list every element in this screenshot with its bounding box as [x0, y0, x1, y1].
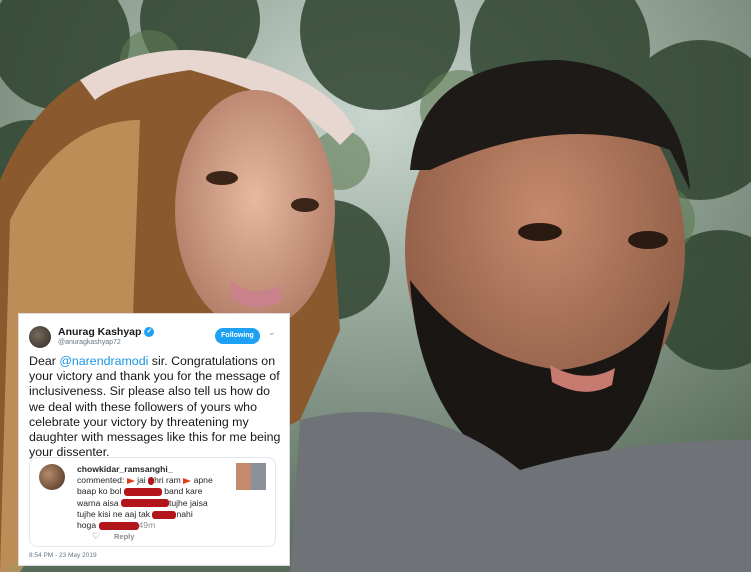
post-thumbnail: [236, 463, 266, 490]
author-handle[interactable]: @anuragkashyap72: [58, 339, 121, 346]
flag-icon: [183, 477, 192, 484]
comment-frag-tujhe-jaisa: tujhe jaisa: [168, 497, 208, 508]
heart-outline-icon: ♡: [92, 531, 101, 541]
commenter-avatar: [39, 464, 65, 490]
redaction-bar: [152, 510, 177, 519]
comment-time: 49m: [138, 520, 156, 531]
comment-frag-shri-ram: hri ram: [154, 475, 181, 486]
embedded-comment-screenshot: chowkidar_ramsanghi_ commented: jai hri …: [29, 457, 276, 547]
redaction-bar: [98, 521, 139, 530]
reply-label: Reply: [114, 532, 135, 541]
comment-frag-hoga: hoga: [77, 520, 97, 531]
comment-frag-nahi: nahi: [176, 508, 193, 519]
comment-frag-tujhe-kisi: tujhe kisi ne aaj tak: [77, 508, 151, 519]
comment-frag-apne: apne: [193, 475, 213, 486]
comment-verb: commented:: [77, 475, 125, 486]
following-button[interactable]: Following: [215, 328, 260, 344]
comment-frag-warna: warna aisa: [77, 497, 119, 508]
tweet-timestamp[interactable]: 8:54 PM - 23 May 2019: [29, 552, 97, 559]
flag-icon: [126, 477, 135, 484]
chevron-down-icon[interactable]: ⌄: [268, 327, 276, 338]
comment-text: chowkidar_ramsanghi_ commented: jai hri …: [77, 464, 227, 531]
author-name[interactable]: Anurag Kashyap ✓: [58, 326, 155, 338]
tweet-card: Anurag Kashyap ✓ @anuragkashyap72 Followi…: [18, 313, 290, 566]
verified-badge-icon: ✓: [144, 327, 155, 338]
comment-frag-jai: jai: [137, 475, 146, 486]
comment-frag-baap: baap ko bol: [77, 486, 122, 497]
mention-link[interactable]: @narendramodi: [59, 354, 148, 368]
comment-frag-band-kare: band kare: [164, 486, 203, 497]
redaction-bar: [120, 499, 169, 508]
redaction-bar: [123, 488, 162, 497]
author-avatar[interactable]: [29, 326, 51, 348]
tweet-text: Dear @narendramodi sir. Congratulations …: [29, 354, 287, 460]
author-name-text: Anurag Kashyap: [58, 326, 142, 338]
tweet-text-rest: sir. Congratulations on your victory and…: [29, 354, 281, 460]
tweet-text-start: Dear: [29, 354, 60, 368]
commenter-username: chowkidar_ramsanghi_: [77, 464, 173, 474]
